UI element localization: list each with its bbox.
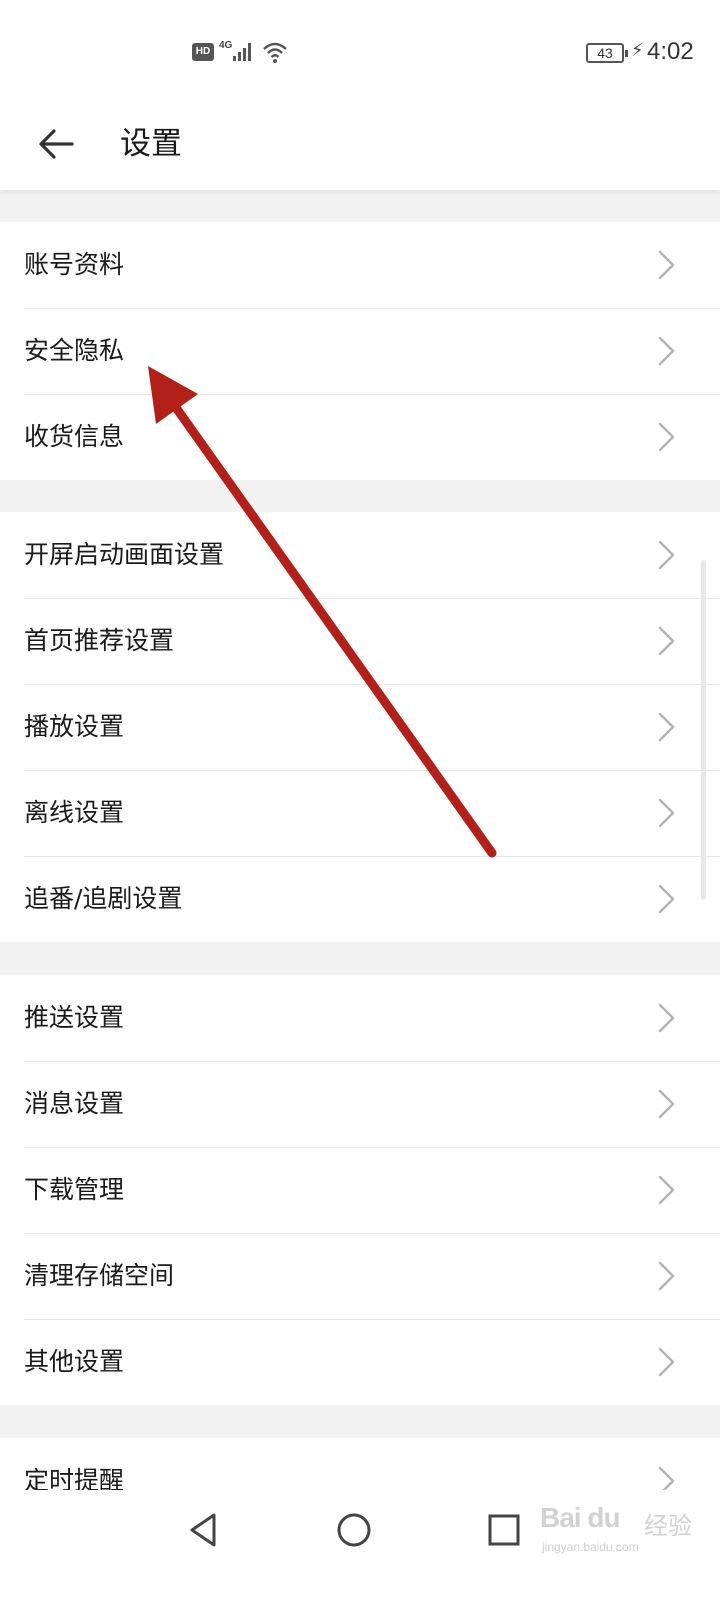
settings-item-label: 收货信息 [24, 422, 125, 451]
chevron-right-icon [658, 422, 675, 452]
wifi-icon [263, 42, 287, 63]
chevron-right-icon [658, 1347, 675, 1377]
settings-item-label: 追番/追剧设置 [24, 884, 183, 913]
status-time: 4:02 [647, 38, 694, 65]
app-header: 设置 [0, 100, 720, 190]
chevron-right-icon [658, 540, 675, 570]
settings-item-home-recommend[interactable]: 首页推荐设置 [0, 598, 720, 684]
back-arrow-icon [39, 129, 74, 159]
system-nav-bar [0, 1490, 720, 1600]
chevron-right-icon [658, 798, 675, 828]
back-button[interactable] [30, 118, 82, 170]
settings-item-follow-series[interactable]: 追番/追剧设置 [0, 856, 720, 942]
settings-item-clear-storage[interactable]: 清理存储空间 [0, 1233, 720, 1319]
settings-item-label: 消息设置 [24, 1089, 125, 1118]
settings-group-account: 账号资料 安全隐私 收货信息 [0, 222, 720, 480]
scroll-indicator[interactable] [701, 560, 706, 900]
settings-item-shipping-info[interactable]: 收货信息 [0, 394, 720, 480]
settings-item-label: 下载管理 [24, 1175, 125, 1204]
settings-item-splash-screen[interactable]: 开屏启动画面设置 [0, 512, 720, 598]
nav-back-icon[interactable] [184, 1510, 224, 1550]
settings-item-label: 离线设置 [24, 798, 125, 827]
settings-item-label: 清理存储空间 [24, 1261, 175, 1290]
settings-item-label: 开屏启动画面设置 [24, 540, 225, 569]
settings-item-push[interactable]: 推送设置 [0, 975, 720, 1061]
chevron-right-icon [658, 336, 675, 366]
settings-item-account-info[interactable]: 账号资料 [0, 222, 720, 308]
settings-item-playback[interactable]: 播放设置 [0, 684, 720, 770]
settings-item-offline[interactable]: 离线设置 [0, 770, 720, 856]
chevron-right-icon [658, 884, 675, 914]
settings-group-general: 推送设置 消息设置 下载管理 清理存储空间 其他设置 [0, 975, 720, 1405]
chevron-right-icon [658, 712, 675, 742]
nav-recent-icon[interactable] [484, 1510, 524, 1550]
charging-icon: ⚡ [631, 40, 644, 61]
battery-icon: 43 [586, 43, 628, 63]
settings-item-label: 安全隐私 [24, 336, 125, 365]
chevron-right-icon [658, 1089, 675, 1119]
hd-icon: HD [192, 43, 214, 61]
chevron-right-icon [658, 626, 675, 656]
chevron-right-icon [658, 1175, 675, 1205]
settings-item-other[interactable]: 其他设置 [0, 1319, 720, 1405]
settings-item-label: 推送设置 [24, 1003, 125, 1032]
status-bar: HD 4G 43 ⚡ 4:02 [0, 0, 720, 100]
chevron-right-icon [658, 1003, 675, 1033]
page-title: 设置 [120, 126, 182, 162]
settings-item-label: 播放设置 [24, 712, 125, 741]
settings-item-security-privacy[interactable]: 安全隐私 [0, 308, 720, 394]
chevron-right-icon [658, 250, 675, 280]
settings-item-downloads[interactable]: 下载管理 [0, 1147, 720, 1233]
nav-home-icon[interactable] [334, 1510, 374, 1550]
settings-item-label: 首页推荐设置 [24, 626, 175, 655]
settings-item-label: 账号资料 [24, 250, 125, 279]
settings-group-playback: 开屏启动画面设置 首页推荐设置 播放设置 离线设置 追番/追剧设置 [0, 512, 720, 942]
settings-item-label: 其他设置 [24, 1347, 125, 1376]
network-type-label: 4G [219, 40, 233, 51]
chevron-right-icon [658, 1261, 675, 1291]
settings-item-messages[interactable]: 消息设置 [0, 1061, 720, 1147]
signal-icon [233, 43, 251, 61]
